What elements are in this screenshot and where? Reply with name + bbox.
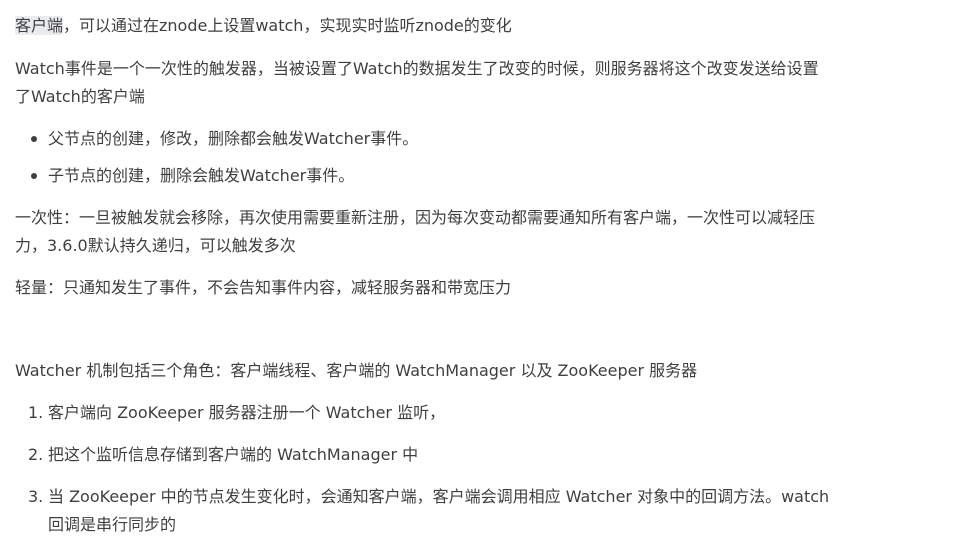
intro-paragraph: 客户端，可以通过在znode上设置watch，实现实时监听znode的变化 (15, 13, 512, 39)
bullet-icon (31, 136, 37, 142)
intro-text: ，可以通过在znode上设置watch，实现实时监听znode的变化 (63, 16, 512, 35)
highlighted-text: 客户端 (15, 16, 64, 35)
document-body: 客户端，可以通过在znode上设置watch，实现实时监听znode的变化 Wa… (0, 0, 958, 549)
step-number-2: 2. (28, 445, 44, 464)
roles-paragraph: Watcher 机制包括三个角色：客户端线程、客户端的 WatchManager… (15, 361, 698, 380)
step-number-1: 1. (28, 403, 44, 422)
step-item-3-line-1: 当 ZooKeeper 中的节点发生变化时，会通知客户端，客户端会调用相应 Wa… (48, 487, 830, 506)
step-item-1: 客户端向 ZooKeeper 服务器注册一个 Watcher 监听， (48, 403, 446, 422)
step-number-3: 3. (28, 487, 44, 506)
watch-event-line-1: Watch事件是一个一次性的触发器，当被设置了Watch的数据发生了改变的时候，… (15, 59, 819, 78)
step-item-2: 把这个监听信息存储到客户端的 WatchManager 中 (48, 445, 419, 464)
lightweight-paragraph: 轻量：只通知发生了事件，不会告知事件内容，减轻服务器和带宽压力 (15, 278, 512, 297)
one-time-line-2: 力，3.6.0默认持久递归，可以触发多次 (15, 236, 296, 255)
watch-event-line-2: 了Watch的客户端 (15, 87, 145, 106)
bullet-item-2: 子节点的创建，删除会触发Watcher事件。 (48, 166, 355, 185)
bullet-item-1: 父节点的创建，修改，删除都会触发Watcher事件。 (48, 129, 419, 148)
step-item-3-line-2: 回调是串行同步的 (48, 515, 177, 534)
one-time-line-1: 一次性：一旦被触发就会移除，再次使用需要重新注册，因为每次变动都需要通知所有客户… (15, 208, 816, 227)
bullet-icon (31, 173, 37, 179)
